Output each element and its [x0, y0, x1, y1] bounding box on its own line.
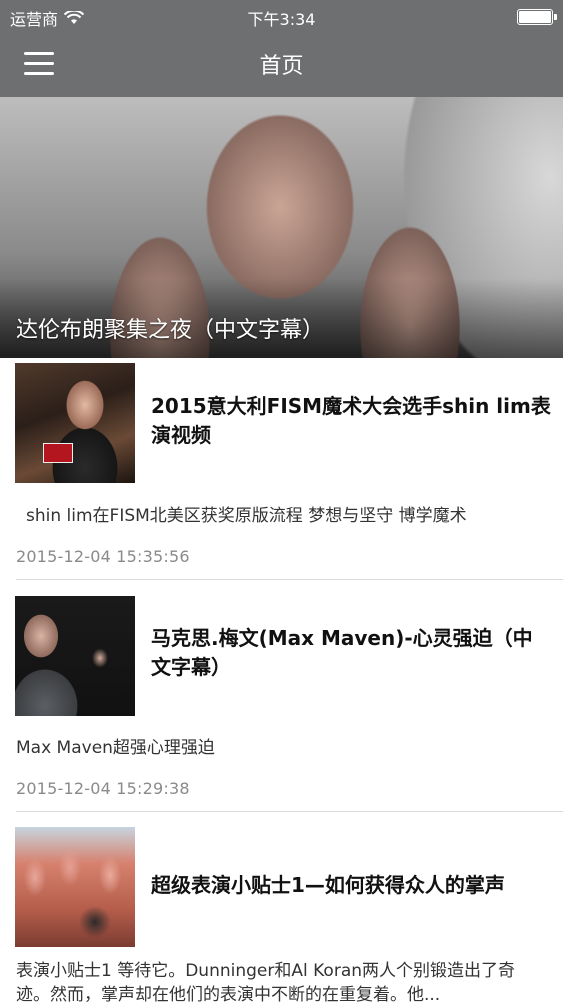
list-item[interactable]: 超级表演小贴士1—如何获得众人的掌声 表演小贴士1 等待它。Dunninger和…: [0, 823, 563, 1005]
item-description: Max Maven超强心理强迫: [16, 738, 215, 758]
hero-title: 达伦布朗聚集之夜（中文字幕）: [16, 318, 325, 343]
item-timestamp: 2015-12-04 15:29:38: [16, 779, 190, 798]
nav-bar: 首页: [0, 32, 563, 97]
divider: [16, 811, 563, 812]
item-title: 2015意大利FISM魔术大会选手shin lim表演视频: [151, 394, 551, 447]
page-title: 首页: [259, 54, 304, 79]
video-thumbnail[interactable]: [15, 363, 135, 483]
item-title: 马克思.梅文(Max Maven)-心灵强迫（中文字幕）: [151, 626, 533, 679]
list-item[interactable]: 马克思.梅文(Max Maven)-心灵强迫（中文字幕） Max Maven超强…: [0, 591, 563, 813]
item-timestamp: 2015-12-04 15:35:56: [16, 547, 190, 566]
list-item[interactable]: 2015意大利FISM魔术大会选手shin lim表演视频 shin lim在F…: [0, 358, 563, 580]
battery-icon: [517, 9, 557, 25]
item-title: 超级表演小贴士1—如何获得众人的掌声: [151, 873, 505, 897]
hero-banner[interactable]: 达伦布朗聚集之夜（中文字幕）: [0, 97, 563, 358]
status-time: 下午3:34: [247, 10, 316, 29]
top-bar: 运营商 下午3:34 首页: [0, 0, 563, 97]
divider: [16, 579, 563, 580]
status-bar: 运营商 下午3:34: [0, 0, 563, 32]
video-thumbnail[interactable]: [15, 596, 135, 716]
item-description: shin lim在FISM北美区获奖原版流程 梦想与坚守 博学魔术: [26, 506, 467, 526]
video-thumbnail[interactable]: [15, 827, 135, 947]
